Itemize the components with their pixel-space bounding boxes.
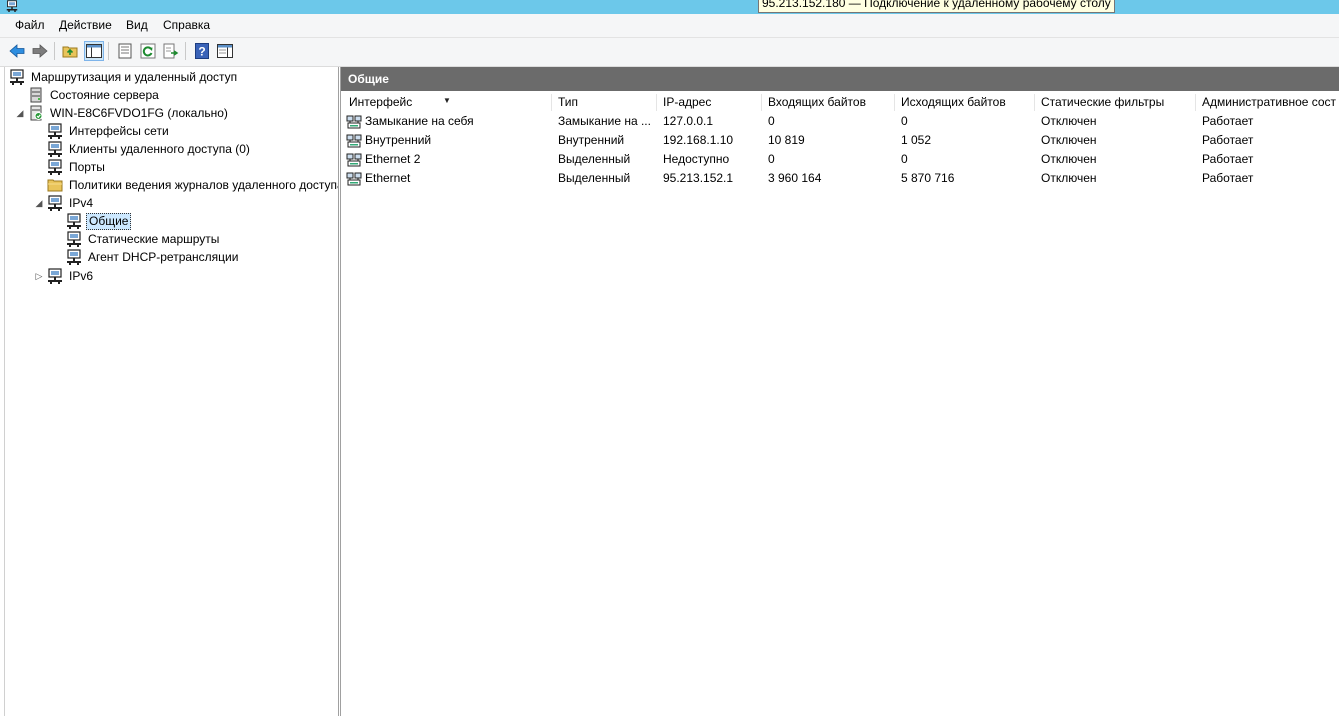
cell-in: 0 [768, 114, 775, 128]
column-header-type[interactable]: Тип [552, 94, 657, 111]
action-pane-icon[interactable] [215, 41, 235, 61]
column-header-interface[interactable]: Интерфейс ▼ [343, 94, 552, 111]
tree-item-ipv4[interactable]: ◢ IPv4 [34, 194, 95, 212]
console-tree: Маршрутизация и удаленный доступ Состоян… [4, 67, 339, 716]
collapse-icon[interactable]: ◢ [15, 104, 25, 122]
toolbar: ? [0, 38, 1339, 67]
cell-type: Выделенный [558, 152, 631, 166]
server-status-icon [28, 87, 44, 103]
network-interface-icon [346, 114, 362, 130]
toolbar-separator [54, 42, 55, 60]
properties-icon[interactable] [115, 41, 135, 61]
cell-out: 0 [901, 114, 908, 128]
cell-out: 1 052 [901, 133, 932, 147]
tree-item-network-interfaces[interactable]: Интерфейсы сети [47, 122, 171, 140]
title-bar: 95.213.152.180 — Подключение к удаленном… [0, 0, 1339, 14]
refresh-icon[interactable] [138, 41, 158, 61]
cell-out: 5 870 716 [901, 171, 955, 185]
show-hide-tree-icon[interactable] [84, 41, 104, 61]
cell-ip: Недоступно [663, 152, 730, 166]
tree-item-general[interactable]: Общие [66, 212, 132, 230]
router-icon [47, 123, 63, 139]
table-row[interactable]: Внутренний Внутренний 192.168.1.10 10 819 1 … [341, 131, 1339, 150]
cell-out: 0 [901, 152, 908, 166]
router-icon [47, 141, 63, 157]
help-icon[interactable]: ? [192, 41, 212, 61]
toolbar-separator [185, 42, 186, 60]
sort-down-icon: ▼ [443, 96, 451, 105]
tree-item-ports[interactable]: Порты [47, 158, 107, 176]
menu-action[interactable]: Действие [58, 18, 113, 33]
expand-icon[interactable]: ▷ [34, 267, 44, 285]
menu-view[interactable]: Вид [125, 18, 149, 33]
cell-admin: Работает [1202, 171, 1254, 185]
cell-ip: 127.0.0.1 [663, 114, 714, 128]
tree-item-ipv6[interactable]: ▷ IPv6 [34, 267, 95, 285]
cell-interface: Замыкание на себя [341, 112, 552, 131]
router-icon [66, 231, 82, 247]
router-icon [9, 69, 25, 85]
table-row[interactable]: Замыкание на себя Замыкание на ... 127.0.0… [341, 112, 1339, 131]
cell-admin: Работает [1202, 114, 1254, 128]
remote-desktop-tooltip: 95.213.152.180 — Подключение к удаленном… [758, 0, 1115, 13]
cell-in: 0 [768, 152, 775, 166]
details-pane: Общие Интерфейс ▼ Тип IP-адрес Входящих … [340, 67, 1339, 716]
cell-ip: 95.213.152.1 [663, 171, 734, 185]
folder-icon [47, 177, 63, 193]
cell-filters: Отключен [1041, 171, 1097, 185]
column-header-ip[interactable]: IP-адрес [657, 94, 762, 111]
network-interface-icon [346, 171, 362, 187]
back-icon[interactable] [7, 41, 27, 61]
cell-type: Внутренний [558, 133, 625, 147]
router-icon [66, 213, 82, 229]
up-folder-icon[interactable] [60, 41, 80, 61]
cell-admin: Работает [1202, 133, 1254, 147]
cell-filters: Отключен [1041, 114, 1097, 128]
table-row[interactable]: Ethernet Выделенный 95.213.152.1 3 960 164 5… [341, 169, 1339, 188]
toolbar-separator [108, 42, 109, 60]
column-header-bytes-in[interactable]: Входящих байтов [762, 94, 895, 111]
network-interface-icon [346, 133, 362, 149]
network-interface-icon [346, 152, 362, 168]
cell-type: Выделенный [558, 171, 631, 185]
tree-item-routing-root[interactable]: Маршрутизация и удаленный доступ [9, 68, 239, 86]
tree-item-server[interactable]: ◢ WIN-E8C6FVDO1FG (локально) [15, 104, 230, 122]
cell-ip: 192.168.1.10 [663, 133, 734, 147]
details-title: Общие [341, 67, 1339, 91]
column-header-static-filters[interactable]: Статические фильтры [1035, 94, 1196, 111]
router-icon [66, 249, 82, 265]
cell-in: 10 819 [768, 133, 805, 147]
router-icon [47, 159, 63, 175]
cell-interface: Внутренний [341, 131, 552, 150]
router-icon [47, 268, 63, 284]
cell-filters: Отключен [1041, 152, 1097, 166]
tree-item-logging-policies[interactable]: Политики ведения журналов удаленного дос… [47, 176, 338, 194]
collapse-icon[interactable]: ◢ [34, 194, 44, 212]
menu-help[interactable]: Справка [162, 18, 211, 33]
svg-text:?: ? [198, 45, 205, 59]
router-icon [47, 195, 63, 211]
cell-type: Замыкание на ... [558, 114, 651, 128]
cell-admin: Работает [1202, 152, 1254, 166]
server-ok-icon [28, 105, 44, 121]
column-header-bytes-out[interactable]: Исходящих байтов [895, 94, 1035, 111]
tree-item-static-routes[interactable]: Статические маршруты [66, 230, 221, 248]
tree-item-dhcp-relay[interactable]: Агент DHCP-ретрансляции [66, 248, 240, 266]
column-header-admin-state[interactable]: Административное сост [1196, 94, 1339, 111]
cell-filters: Отключен [1041, 133, 1097, 147]
tree-item-remote-clients[interactable]: Клиенты удаленного доступа (0) [47, 140, 252, 158]
cell-interface: Ethernet [341, 169, 552, 188]
menu-bar: Файл Действие Вид Справка [0, 14, 1339, 38]
cell-in: 3 960 164 [768, 171, 822, 185]
menu-file[interactable]: Файл [14, 18, 46, 33]
cell-interface: Ethernet 2 [341, 150, 552, 169]
tree-item-server-status[interactable]: Состояние сервера [28, 86, 161, 104]
server-icon [6, 0, 18, 14]
forward-icon[interactable] [30, 41, 50, 61]
table-row[interactable]: Ethernet 2 Выделенный Недоступно 0 0 Отключен… [341, 150, 1339, 169]
export-list-icon[interactable] [161, 41, 181, 61]
